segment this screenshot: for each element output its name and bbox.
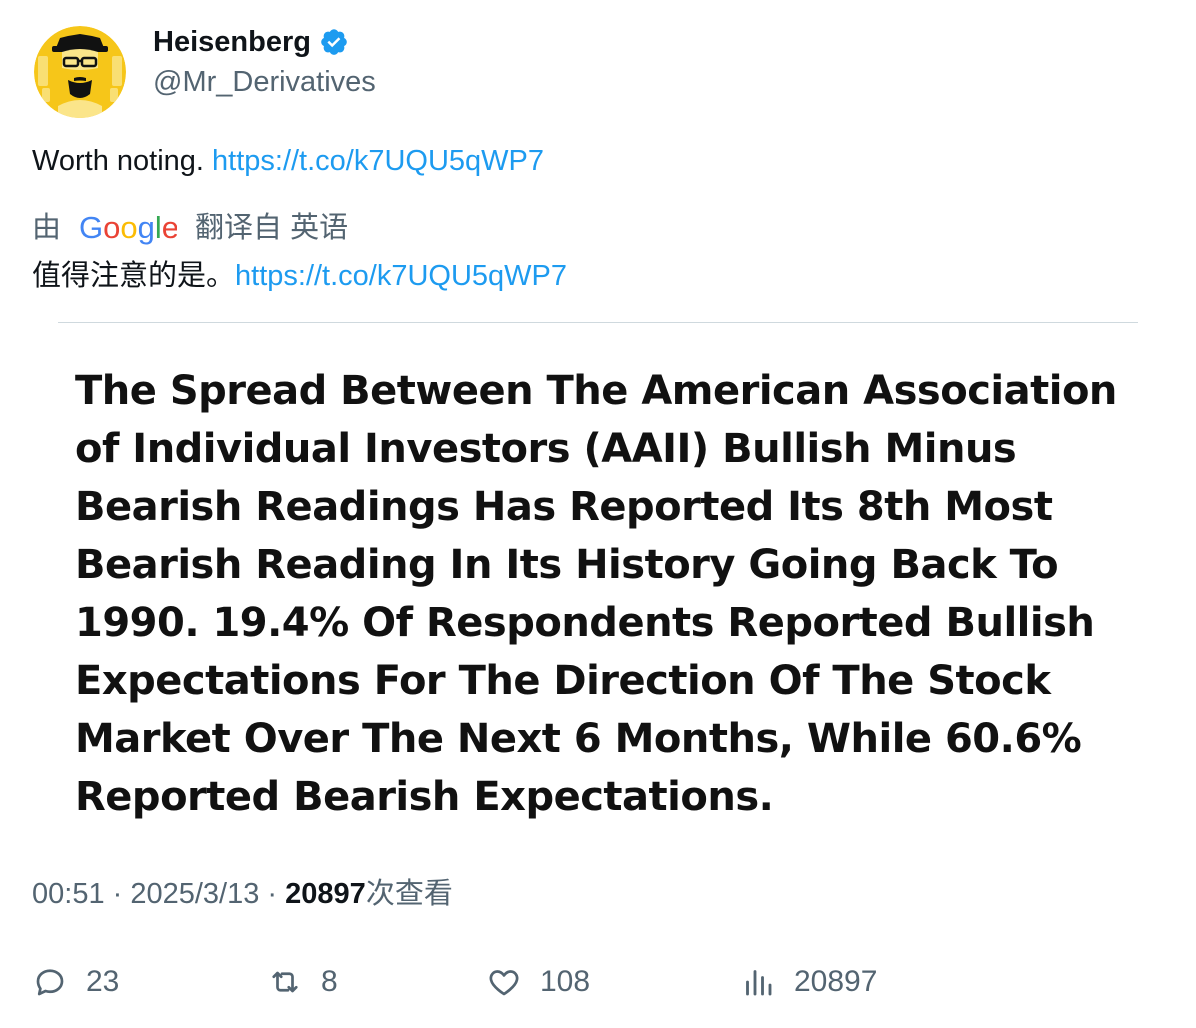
svg-text:Google: Google bbox=[79, 210, 177, 245]
tweet-text: Worth noting. https://t.co/k7UQU5qWP7 bbox=[32, 142, 544, 180]
reply-count: 23 bbox=[86, 965, 120, 998]
tweet-time[interactable]: 00:51 bbox=[32, 878, 105, 910]
reply-icon bbox=[36, 969, 64, 996]
attached-image-text: The Spread Between The American Associat… bbox=[75, 368, 1117, 820]
retweet-icon bbox=[272, 971, 298, 993]
tweet-body: Worth noting. bbox=[32, 145, 213, 177]
tweet-link[interactable]: https://t.co/k7UQU5qWP7 bbox=[212, 145, 544, 177]
views-label: 次查看 bbox=[365, 878, 453, 910]
google-logo-icon: Google bbox=[79, 210, 177, 245]
tweet-meta: 00:51 · 2025/3/13 · 20897次查看 bbox=[32, 875, 453, 913]
retweet-count: 8 bbox=[321, 965, 338, 998]
views-button[interactable]: 20897 bbox=[740, 960, 877, 1004]
action-bar: 23 8 108 20897 bbox=[32, 960, 1152, 1004]
like-count: 108 bbox=[540, 965, 591, 998]
author-handle[interactable]: @Mr_Derivatives bbox=[153, 64, 376, 100]
meta-separator-2: · bbox=[259, 878, 286, 910]
translation-prefix: 由 bbox=[32, 212, 62, 244]
heart-icon bbox=[489, 970, 519, 996]
attached-image[interactable]: The Spread Between The American Associat… bbox=[58, 340, 1138, 840]
heisenberg-avatar-icon bbox=[34, 26, 126, 118]
translated-body: 值得注意的是。 bbox=[32, 260, 236, 292]
meta-separator: · bbox=[104, 878, 131, 910]
tweet-date[interactable]: 2025/3/13 bbox=[130, 878, 259, 910]
translated-link[interactable]: https://t.co/k7UQU5qWP7 bbox=[235, 260, 567, 292]
verified-badge-icon[interactable] bbox=[319, 27, 349, 57]
views-count: 20897 bbox=[285, 878, 366, 910]
reply-button[interactable]: 23 bbox=[32, 960, 119, 1004]
like-button[interactable]: 108 bbox=[486, 960, 590, 1004]
views-action-count: 20897 bbox=[794, 965, 878, 998]
analytics-icon bbox=[746, 970, 772, 996]
translation-suffix: 翻译自 英语 bbox=[195, 212, 349, 244]
translated-text: 值得注意的是。https://t.co/k7UQU5qWP7 bbox=[32, 257, 567, 295]
avatar[interactable] bbox=[34, 26, 126, 118]
divider bbox=[58, 322, 1138, 323]
display-name[interactable]: Heisenberg bbox=[153, 24, 311, 60]
retweet-button[interactable]: 8 bbox=[267, 960, 338, 1004]
translation-attribution: 由 Google 翻译自 英语 bbox=[32, 208, 348, 248]
